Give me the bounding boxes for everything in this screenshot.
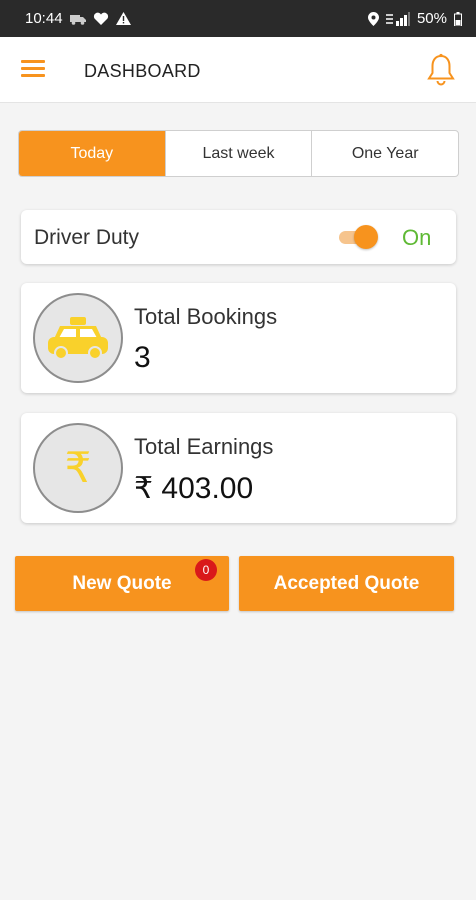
battery-percent: 50% xyxy=(416,10,447,27)
driver-duty-toggle[interactable] xyxy=(337,225,379,249)
page-title: DASHBOARD xyxy=(84,61,201,81)
taxi-icon xyxy=(33,293,123,383)
total-bookings-value: 3 xyxy=(134,341,151,374)
rupee-glyph: ₹ xyxy=(64,443,92,492)
truck-icon xyxy=(69,13,86,25)
new-quote-button[interactable]: New Quote 0 xyxy=(15,556,229,611)
location-icon xyxy=(367,11,379,26)
total-bookings-label: Total Bookings xyxy=(134,304,278,329)
hamburger-menu-icon[interactable] xyxy=(21,60,45,80)
signal-icon xyxy=(385,11,410,26)
battery-icon xyxy=(454,11,462,26)
accepted-quote-label: Accepted Quote xyxy=(273,572,420,594)
warning-icon xyxy=(115,12,131,25)
heart-icon xyxy=(93,12,109,26)
period-tabs: Today Last week One Year xyxy=(18,130,459,177)
driver-duty-state: On xyxy=(402,225,432,250)
total-earnings-card: ₹ Total Earnings ₹ 403.00 xyxy=(21,413,456,523)
driver-duty-card: Driver Duty On xyxy=(21,210,456,264)
total-earnings-label: Total Earnings xyxy=(134,434,274,459)
tab-last-week[interactable]: Last week xyxy=(166,131,313,176)
rupee-icon: ₹ xyxy=(33,423,123,513)
new-quote-label: New Quote xyxy=(72,572,172,594)
total-bookings-card: Total Bookings 3 xyxy=(21,283,456,393)
new-quote-count-badge: 0 xyxy=(195,559,217,581)
bell-icon[interactable] xyxy=(426,53,456,87)
status-bar: 10:44 50% xyxy=(0,0,476,37)
status-time: 10:44 xyxy=(25,10,63,27)
status-bar-right: 50% xyxy=(367,10,462,27)
driver-duty-label: Driver Duty xyxy=(34,226,140,249)
tab-today[interactable]: Today xyxy=(19,131,166,176)
accepted-quote-button[interactable]: Accepted Quote xyxy=(239,556,454,611)
tab-one-year[interactable]: One Year xyxy=(312,131,458,176)
toggle-thumb xyxy=(354,225,378,249)
app-header: DASHBOARD xyxy=(0,37,476,103)
total-earnings-value: ₹ 403.00 xyxy=(134,472,254,505)
status-bar-left: 10:44 xyxy=(25,10,131,27)
